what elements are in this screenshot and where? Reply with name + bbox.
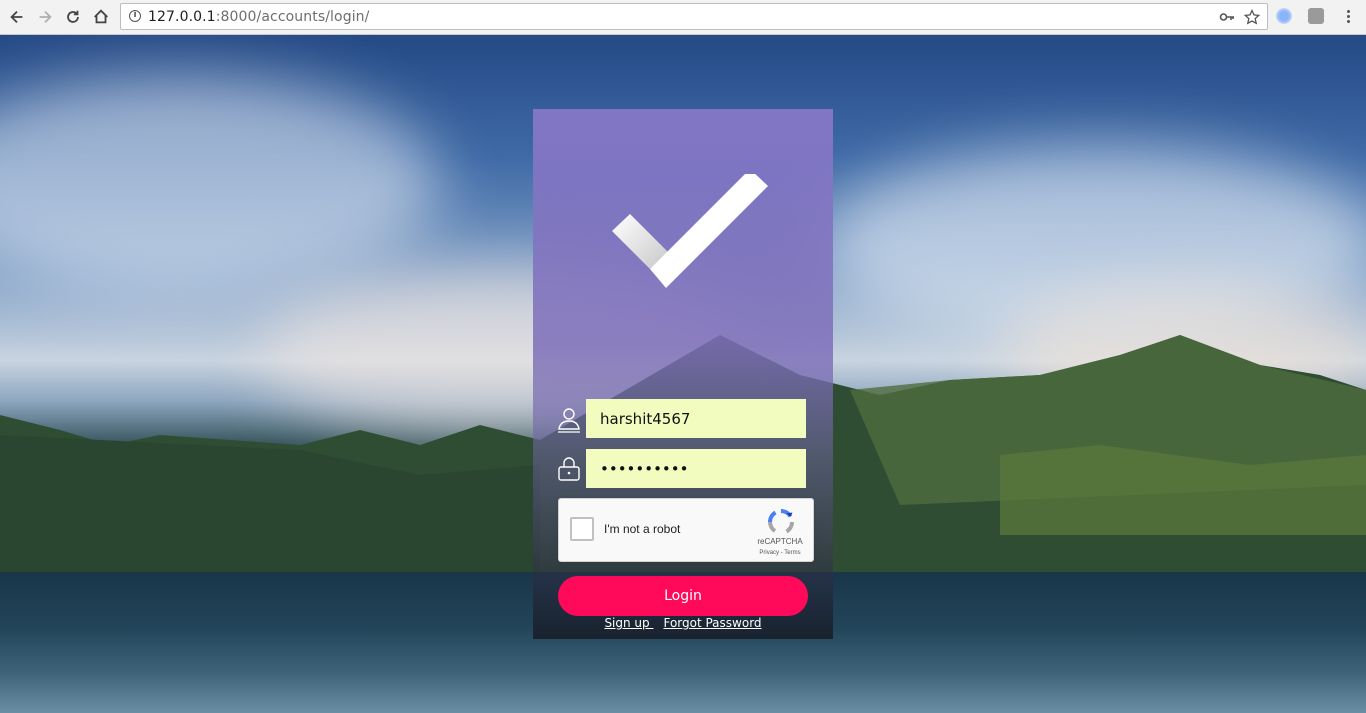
page-background: I'm not a robot reCAPTCHA Privacy - Term… (0, 35, 1366, 713)
home-icon[interactable] (90, 6, 112, 28)
info-icon[interactable]: i (129, 10, 141, 22)
star-icon[interactable] (1244, 9, 1260, 25)
url-host: 127.0.0.1 (148, 9, 216, 25)
password-row (555, 449, 807, 489)
key-icon[interactable] (1219, 9, 1235, 25)
password-input[interactable] (586, 449, 806, 488)
lock-icon (558, 457, 580, 481)
recaptcha-brand: reCAPTCHA (757, 537, 803, 546)
recaptcha-checkbox[interactable] (570, 517, 594, 541)
recaptcha-logo-icon (768, 509, 794, 534)
forgot-password-link[interactable]: Forgot Password (663, 616, 761, 630)
user-icon (558, 408, 580, 433)
address-bar[interactable]: i 127.0.0.1:8000/accounts/login/ (120, 3, 1268, 30)
recaptcha-links[interactable]: Privacy - Terms (745, 550, 815, 556)
login-button[interactable]: Login (558, 576, 808, 616)
reload-icon[interactable] (62, 6, 84, 28)
signup-link[interactable]: Sign up (604, 616, 653, 630)
url-path: :8000/accounts/login/ (215, 9, 370, 25)
checkmark-logo-icon (612, 174, 768, 288)
browser-toolbar: i 127.0.0.1:8000/accounts/login/ (0, 0, 1366, 35)
recaptcha-label: I'm not a robot (604, 522, 681, 536)
extension-icon-2[interactable] (1308, 8, 1324, 24)
login-card: I'm not a robot reCAPTCHA Privacy - Term… (533, 109, 833, 639)
username-row (555, 399, 807, 439)
recaptcha-widget: I'm not a robot reCAPTCHA Privacy - Term… (558, 498, 814, 562)
auth-links: Sign up Forgot Password (533, 616, 833, 630)
cloud (0, 75, 440, 295)
forward-arrow-icon[interactable] (34, 6, 56, 28)
extension-icon[interactable] (1276, 8, 1292, 24)
back-arrow-icon[interactable] (6, 6, 28, 28)
url-text[interactable]: 127.0.0.1:8000/accounts/login/ (148, 9, 369, 25)
menu-icon[interactable] (1342, 8, 1354, 26)
username-input[interactable] (586, 399, 806, 438)
